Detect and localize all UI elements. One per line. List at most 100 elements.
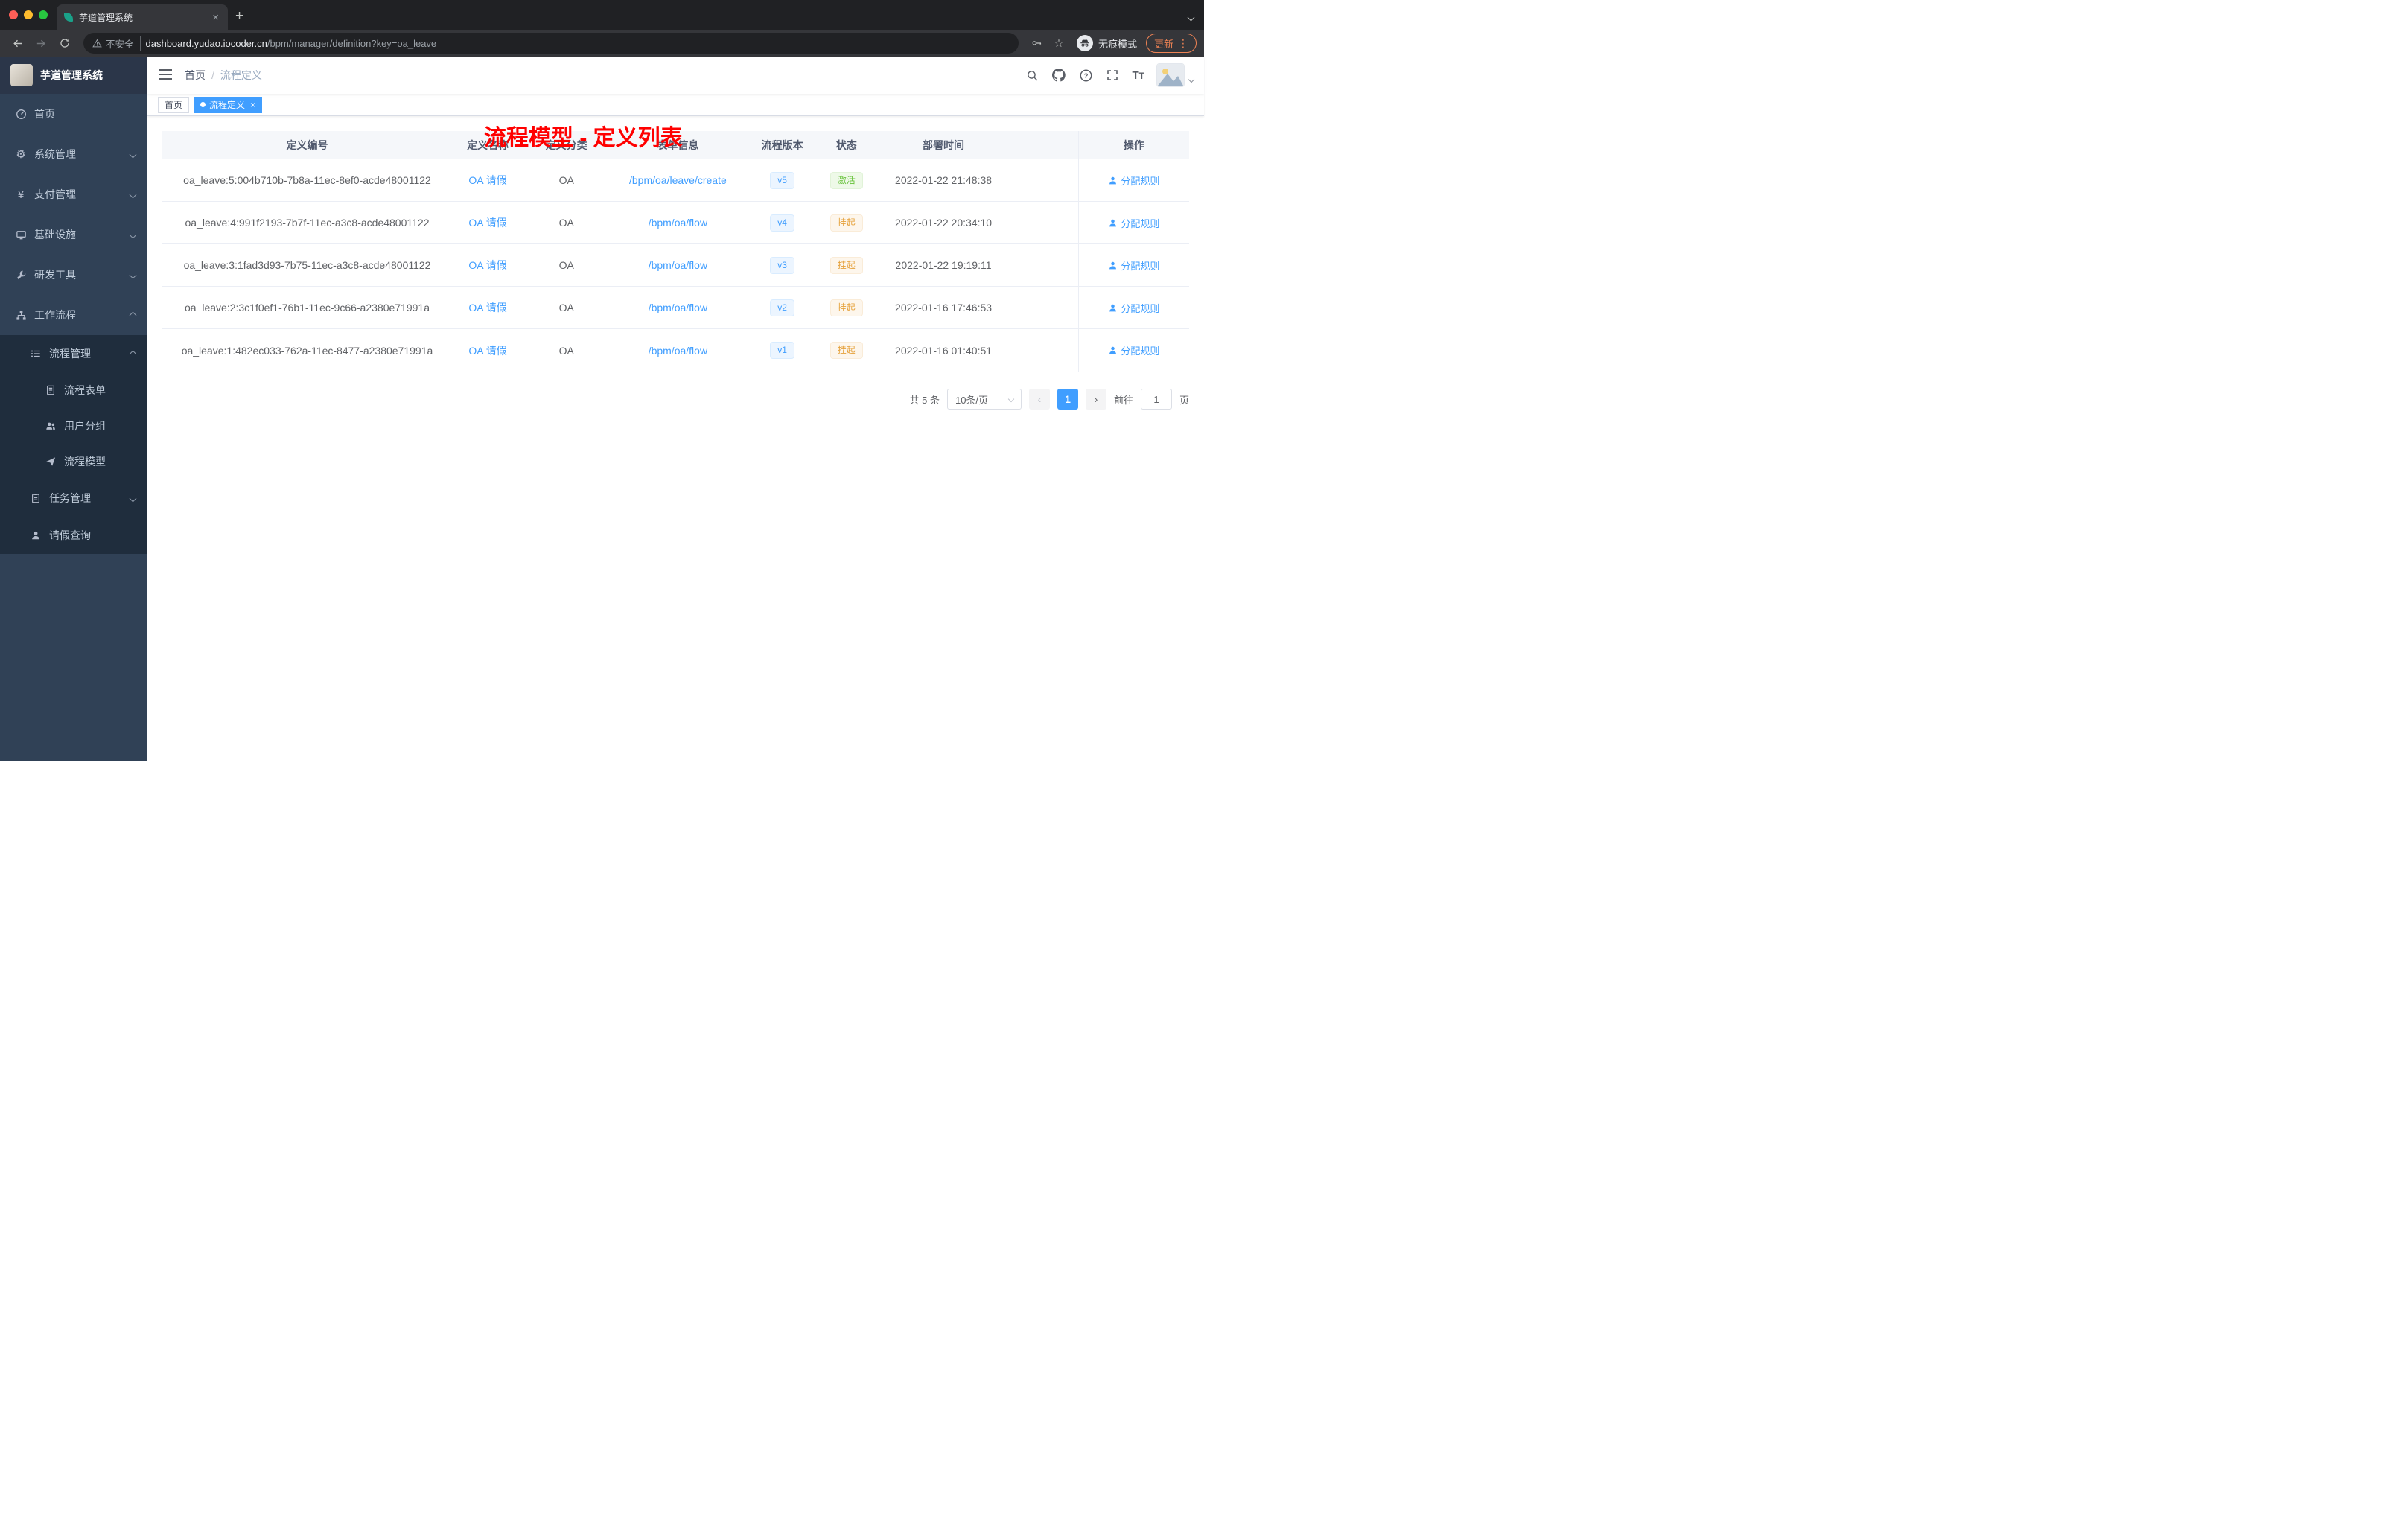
tag-process-definition[interactable]: 流程定义 × xyxy=(194,96,263,113)
chevron-down-icon xyxy=(1007,395,1015,403)
person-icon xyxy=(1109,219,1117,226)
assign-rule-link[interactable]: 分配规则 xyxy=(1108,301,1159,315)
forward-icon[interactable] xyxy=(31,34,51,53)
sidebar-item-system-management[interactable]: ⚙ 系统管理 xyxy=(0,134,147,174)
maximize-window-button[interactable] xyxy=(39,10,48,19)
table-row: oa_leave:4:991f2193-7b7f-11ec-a3c8-acde4… xyxy=(162,202,1189,244)
next-page-button[interactable]: › xyxy=(1085,389,1106,410)
security-label: 不安全 xyxy=(106,39,134,50)
sidebar-item-user-group[interactable]: 用户分组 xyxy=(0,408,147,444)
sidebar-item-process-model[interactable]: 流程模型 xyxy=(0,444,147,480)
form-icon xyxy=(45,384,57,396)
back-icon[interactable] xyxy=(7,34,27,53)
form-info-link[interactable]: /bpm/oa/flow xyxy=(649,302,707,313)
definition-name-link[interactable]: OA 请假 xyxy=(468,259,506,271)
assign-rule-link[interactable]: 分配规则 xyxy=(1108,258,1159,273)
close-window-button[interactable] xyxy=(9,10,18,19)
sidebar-item-leave-query[interactable]: 请假查询 xyxy=(0,517,147,554)
col-deploy-time: 部署时间 xyxy=(923,139,965,151)
chevron-up-icon xyxy=(129,350,137,357)
definition-name-link[interactable]: OA 请假 xyxy=(468,302,506,313)
status-tag: 挂起 xyxy=(829,342,863,359)
sidebar-item-payment-management[interactable]: ¥ 支付管理 xyxy=(0,174,147,214)
sidebar: 芋道管理系统 首页 ⚙ 系统管理 ¥ 支付管理 基础设施 研发工具 工作流程 流… xyxy=(0,57,147,761)
browser-toolbar: 不安全 dashboard.yudao.iocoder.cn/bpm/manag… xyxy=(0,30,1204,57)
breadcrumb-home[interactable]: 首页 xyxy=(185,68,206,83)
definition-name-link[interactable]: OA 请假 xyxy=(468,345,506,357)
tab-close-icon[interactable]: × xyxy=(211,12,220,23)
definition-name-link[interactable]: OA 请假 xyxy=(468,174,506,186)
svg-text:?: ? xyxy=(1084,71,1089,80)
cell-deploy-time: 2022-01-22 20:34:10 xyxy=(895,217,993,229)
page-size-select[interactable]: 10条/页 xyxy=(946,389,1022,410)
yen-icon: ¥ xyxy=(17,188,25,201)
tab-search-icon[interactable] xyxy=(1187,10,1195,24)
active-dot xyxy=(200,102,206,107)
sidebar-item-process-management[interactable]: 流程管理 xyxy=(0,335,147,372)
monitor-icon xyxy=(15,229,27,241)
page-1-button[interactable]: 1 xyxy=(1057,389,1078,410)
form-info-link[interactable]: /bpm/oa/leave/create xyxy=(629,174,727,186)
address-bar[interactable]: 不安全 dashboard.yudao.iocoder.cn/bpm/manag… xyxy=(83,33,1019,54)
browser-tab[interactable]: 芋道管理系统 × xyxy=(57,4,228,30)
tag-close-icon[interactable]: × xyxy=(250,100,255,110)
person-icon xyxy=(30,529,42,541)
cell-definition-id: oa_leave:2:3c1f0ef1-76b1-11ec-9c66-a2380… xyxy=(184,302,430,313)
url-path: /bpm/manager/definition?key=oa_leave xyxy=(267,37,437,49)
definition-name-link[interactable]: OA 请假 xyxy=(468,217,506,229)
assign-rule-link[interactable]: 分配规则 xyxy=(1108,343,1159,357)
sidebar-item-task-management[interactable]: 任务管理 xyxy=(0,480,147,517)
assign-rule-link[interactable]: 分配规则 xyxy=(1108,216,1159,230)
chevron-down-icon xyxy=(129,271,137,278)
cell-deploy-time: 2022-01-22 21:48:38 xyxy=(895,174,993,186)
sidebar-filler xyxy=(0,554,147,761)
col-definition-id: 定义编号 xyxy=(286,139,328,151)
avatar[interactable] xyxy=(1156,63,1185,87)
form-info-link[interactable]: /bpm/oa/flow xyxy=(649,217,707,229)
minimize-window-button[interactable] xyxy=(24,10,33,19)
password-key-icon[interactable] xyxy=(1028,34,1045,52)
chevron-down-icon xyxy=(129,494,137,502)
sidebar-item-home[interactable]: 首页 xyxy=(0,94,147,134)
new-tab-button[interactable]: + xyxy=(235,8,243,25)
chrome-update-button[interactable]: 更新 ⋮ xyxy=(1145,34,1197,53)
font-size-icon[interactable]: TT xyxy=(1132,69,1144,82)
github-icon[interactable] xyxy=(1051,68,1066,83)
chevron-down-icon xyxy=(129,150,137,158)
assign-rule-link[interactable]: 分配规则 xyxy=(1108,173,1159,188)
form-info-link[interactable]: /bpm/oa/flow xyxy=(649,345,707,357)
cell-deploy-time: 2022-01-16 17:46:53 xyxy=(895,302,993,313)
col-status: 状态 xyxy=(835,139,857,151)
sidebar-item-infrastructure[interactable]: 基础设施 xyxy=(0,214,147,255)
sidebar-item-workflow[interactable]: 工作流程 xyxy=(0,295,147,335)
url-host: dashboard.yudao.iocoder.cn xyxy=(145,37,267,49)
tab-title: 芋道管理系统 xyxy=(79,12,133,23)
fullscreen-icon[interactable] xyxy=(1105,68,1120,83)
sidebar-item-dev-tools[interactable]: 研发工具 xyxy=(0,255,147,295)
tag-home[interactable]: 首页 xyxy=(158,96,190,113)
help-icon[interactable]: ? xyxy=(1078,68,1093,83)
tools-icon xyxy=(15,269,27,281)
top-navbar: 首页 / 流程定义 ? TT xyxy=(147,57,1204,94)
chevron-down-icon[interactable] xyxy=(1188,72,1195,86)
search-icon[interactable] xyxy=(1025,68,1039,83)
workflow-submenu: 流程管理 流程表单 用户分组 流程模型 任务管理 请假查询 xyxy=(0,335,147,554)
security-status[interactable]: 不安全 xyxy=(92,36,141,51)
sidebar-logo[interactable]: 芋道管理系统 xyxy=(0,57,147,94)
navbar-actions: ? TT xyxy=(1025,63,1195,87)
form-info-link[interactable]: /bpm/oa/flow xyxy=(649,259,707,271)
cell-definition-id: oa_leave:1:482ec033-762a-11ec-8477-a2380… xyxy=(181,344,433,357)
goto-page-input[interactable] xyxy=(1140,389,1172,410)
reload-icon[interactable] xyxy=(55,34,74,53)
user-avatar-wrap[interactable] xyxy=(1156,63,1195,87)
sidebar-item-process-form[interactable]: 流程表单 xyxy=(0,372,147,408)
chevron-up-icon xyxy=(129,311,137,319)
hamburger-icon[interactable] xyxy=(158,69,174,82)
version-tag: v2 xyxy=(770,299,794,316)
table-row: oa_leave:2:3c1f0ef1-76b1-11ec-9c66-a2380… xyxy=(162,287,1189,329)
prev-page-button[interactable]: ‹ xyxy=(1028,389,1050,410)
bookmark-star-icon[interactable]: ☆ xyxy=(1050,34,1068,52)
col-process-version: 流程版本 xyxy=(761,139,803,151)
traffic-lights xyxy=(9,10,48,19)
browser-menu-icon[interactable]: ⋮ xyxy=(1178,37,1188,50)
